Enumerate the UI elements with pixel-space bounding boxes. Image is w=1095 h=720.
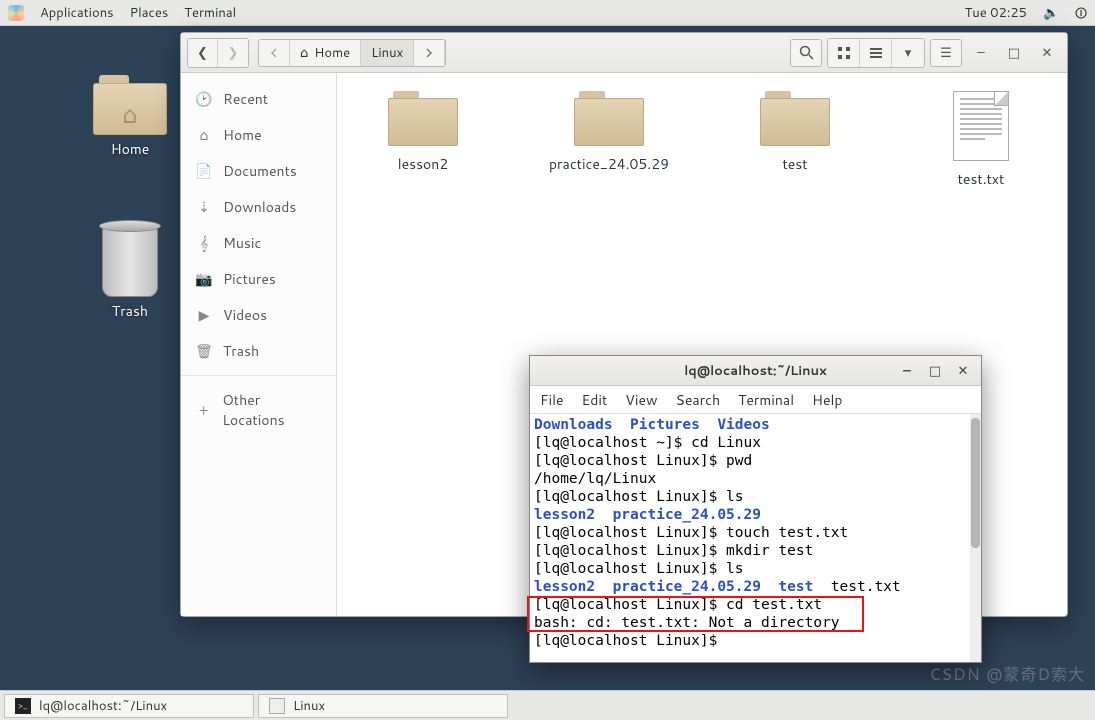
sidebar-item-downloads[interactable]: ⇣Downloads — [181, 189, 336, 225]
desktop-home-label: Home — [70, 139, 190, 159]
task-terminal[interactable]: >_ lq@localhost:~/Linux — [4, 694, 254, 718]
top-panel: Applications Places Terminal Tue 02:25 🔈… — [0, 0, 1095, 26]
path-home[interactable]: ⌂Home — [290, 40, 361, 66]
sidebar-item-videos[interactable]: ▶Videos — [181, 297, 336, 333]
sidebar-item-pictures[interactable]: 📷Pictures — [181, 261, 336, 297]
sidebar-item-trash[interactable]: 🗑Trash — [181, 333, 336, 369]
files-header: ❮ ❯ ⌂Home Linux ▾ ☰ – □ ✕ — [181, 33, 1067, 73]
path-current[interactable]: Linux — [361, 40, 414, 66]
folder-item[interactable]: test — [735, 91, 855, 174]
file-item[interactable]: test.txt — [921, 91, 1041, 189]
terminal-titlebar[interactable]: lq@localhost:~/Linux – □ ✕ — [530, 356, 981, 386]
path-bar[interactable]: ⌂Home Linux — [258, 39, 446, 67]
videos-icon: ▶ — [195, 305, 213, 325]
search-button[interactable] — [790, 39, 822, 67]
menu-places[interactable]: Places — [130, 4, 169, 22]
maximize-button[interactable]: □ — [1000, 39, 1028, 67]
terminal-icon: >_ — [15, 698, 31, 714]
list-view-button[interactable] — [860, 39, 892, 67]
sidebar-item-other[interactable]: +Other Locations — [181, 382, 336, 438]
close-button[interactable]: ✕ — [1033, 39, 1061, 67]
term-menu-view[interactable]: View — [625, 390, 657, 410]
download-icon: ⇣ — [195, 197, 213, 217]
bottom-taskbar: >_ lq@localhost:~/Linux Linux — [0, 690, 1095, 720]
files-sidebar: 🕑Recent ⌂Home 📄Documents ⇣Downloads 𝄞Mus… — [181, 73, 337, 616]
task-files[interactable]: Linux — [258, 694, 508, 718]
terminal-minimize-button[interactable]: – — [893, 360, 921, 382]
terminal-body[interactable]: Downloads Pictures Videos [lq@localhost … — [530, 414, 981, 662]
sidebar-item-recent[interactable]: 🕑Recent — [181, 81, 336, 117]
desktop-home-icon[interactable]: ⌂ Home — [70, 75, 190, 159]
trash-icon: 🗑 — [195, 341, 213, 361]
sidebar-item-documents[interactable]: 📄Documents — [181, 153, 336, 189]
terminal-title: lq@localhost:~/Linux — [684, 362, 827, 380]
home-icon: ⌂ — [300, 44, 308, 62]
menu-applications[interactable]: Applications — [40, 4, 114, 22]
folder-item[interactable]: practice_24.05.29 — [549, 91, 669, 174]
term-menu-search[interactable]: Search — [676, 390, 721, 410]
clock-icon: 🕑 — [195, 89, 213, 109]
term-menu-file[interactable]: File — [540, 390, 564, 410]
pictures-icon: 📷 — [195, 269, 213, 289]
icon-view-button[interactable] — [828, 39, 860, 67]
files-icon — [269, 698, 285, 714]
power-icon[interactable]: ⏼ — [1075, 2, 1087, 23]
hamburger-button[interactable]: ☰ — [930, 39, 962, 67]
terminal-menubar: File Edit View Search Terminal Help — [530, 386, 981, 414]
folder-item[interactable]: lesson2 — [363, 91, 483, 174]
watermark: CSDN @蒙奇D索大 — [929, 661, 1085, 686]
volume-icon[interactable]: 🔈 — [1043, 4, 1059, 22]
terminal-maximize-button[interactable]: □ — [921, 360, 949, 382]
clock[interactable]: Tue 02:25 — [965, 4, 1027, 22]
term-menu-help[interactable]: Help — [812, 390, 842, 410]
music-icon: 𝄞 — [195, 233, 213, 253]
term-menu-terminal[interactable]: Terminal — [738, 390, 794, 410]
terminal-output: Downloads Pictures Videos [lq@localhost … — [534, 416, 975, 650]
sidebar-item-music[interactable]: 𝄞Music — [181, 225, 336, 261]
documents-icon: 📄 — [195, 161, 213, 181]
terminal-window: lq@localhost:~/Linux – □ ✕ File Edit Vie… — [529, 355, 982, 663]
view-more-button[interactable]: ▾ — [892, 39, 924, 67]
menu-terminal[interactable]: Terminal — [184, 4, 236, 22]
forward-button[interactable]: ❯ — [218, 39, 248, 67]
plus-icon: + — [195, 400, 212, 420]
term-menu-edit[interactable]: Edit — [582, 390, 608, 410]
terminal-scrollbar[interactable] — [970, 414, 981, 662]
sidebar-item-home[interactable]: ⌂Home — [181, 117, 336, 153]
path-prev[interactable] — [259, 40, 290, 66]
activities-icon[interactable] — [8, 5, 24, 21]
desktop-trash-label: Trash — [70, 301, 190, 321]
terminal-close-button[interactable]: ✕ — [949, 360, 977, 382]
back-button[interactable]: ❮ — [188, 39, 218, 67]
desktop-trash-icon[interactable]: Trash — [70, 225, 190, 321]
minimize-button[interactable]: – — [967, 39, 995, 67]
path-next[interactable] — [414, 40, 445, 66]
home-icon: ⌂ — [195, 125, 213, 145]
